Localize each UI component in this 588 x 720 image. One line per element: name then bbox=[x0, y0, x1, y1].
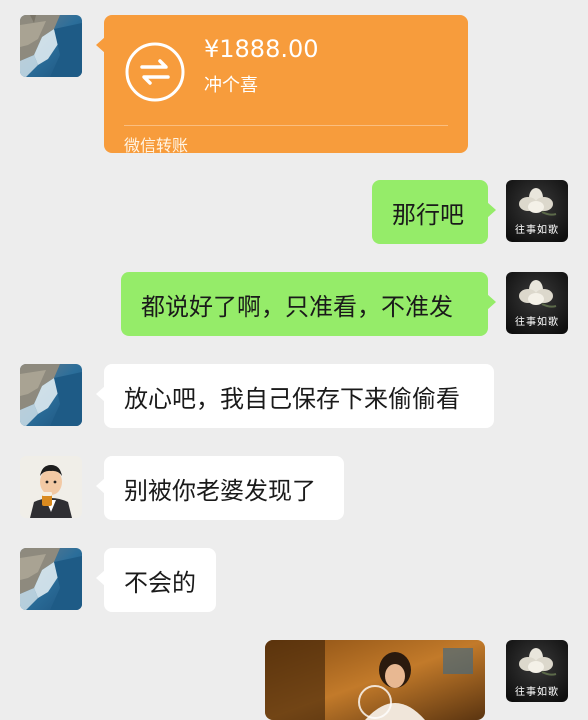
avatar-label: 往事如歌 bbox=[515, 687, 559, 698]
message-text: 那行吧 bbox=[392, 200, 464, 229]
transfer-arrows-icon bbox=[125, 42, 185, 102]
cartoon-man-avatar-icon bbox=[20, 456, 82, 518]
bubble-tail bbox=[96, 478, 105, 494]
coast-photo-icon bbox=[20, 15, 82, 77]
message-bubble-received[interactable]: 放心吧，我自己保存下来偷偷看 bbox=[96, 364, 494, 428]
message-bubble-sent[interactable]: 都说好了啊，只准看，不准发 bbox=[121, 272, 496, 336]
contact-avatar[interactable] bbox=[20, 548, 82, 610]
video-thumbnail-icon bbox=[265, 640, 485, 720]
message-text: 放心吧，我自己保存下来偷偷看 bbox=[124, 384, 460, 413]
message-bubble-received[interactable]: 不会的 bbox=[96, 548, 216, 612]
transfer-footer: 微信转账 bbox=[124, 136, 189, 155]
contact-avatar[interactable] bbox=[20, 456, 82, 518]
avatar-label: 往事如歌 bbox=[515, 225, 559, 236]
self-avatar[interactable]: 往事如歌 bbox=[506, 640, 568, 702]
media-message[interactable] bbox=[265, 640, 485, 720]
divider bbox=[124, 125, 448, 126]
bubble-tail bbox=[487, 294, 496, 310]
avatar-label: 往事如歌 bbox=[515, 317, 559, 328]
contact-avatar[interactable] bbox=[20, 15, 82, 77]
contact-avatar[interactable] bbox=[20, 364, 82, 426]
transfer-card[interactable]: ¥1888.00 冲个喜 微信转账 bbox=[96, 15, 468, 155]
bubble-tail bbox=[487, 202, 496, 218]
message-text: 不会的 bbox=[124, 568, 196, 597]
transfer-note: 冲个喜 bbox=[204, 75, 258, 96]
coast-photo-icon bbox=[20, 364, 82, 426]
message-text: 都说好了啊，只准看，不准发 bbox=[141, 292, 453, 321]
coast-photo-icon bbox=[20, 548, 82, 610]
transfer-amount: ¥1888.00 bbox=[204, 35, 319, 63]
bubble-tail bbox=[96, 386, 105, 402]
message-text: 别被你老婆发现了 bbox=[124, 476, 316, 505]
message-bubble-sent[interactable]: 那行吧 bbox=[372, 180, 496, 244]
message-bubble-received[interactable]: 别被你老婆发现了 bbox=[96, 456, 344, 520]
self-avatar[interactable]: 往事如歌 bbox=[506, 272, 568, 334]
self-avatar[interactable]: 往事如歌 bbox=[506, 180, 568, 242]
bubble-tail bbox=[96, 37, 105, 53]
bubble-tail bbox=[96, 570, 105, 586]
